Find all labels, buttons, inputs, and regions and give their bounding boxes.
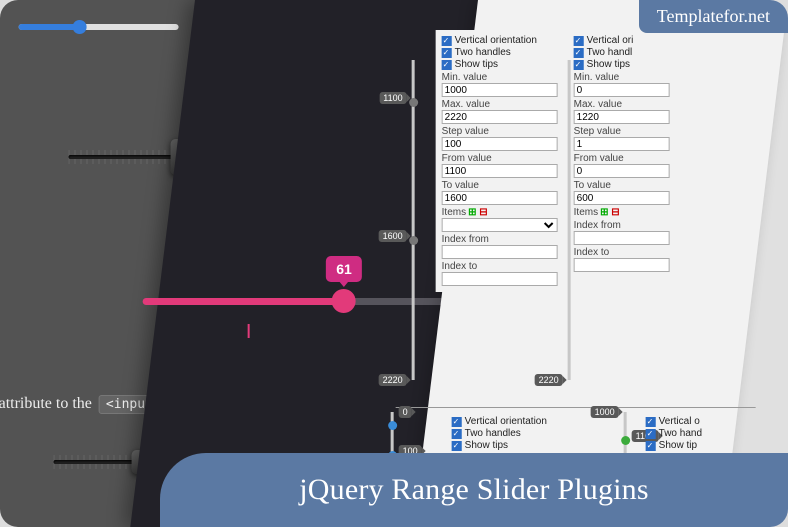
slider-track (19, 24, 179, 30)
label: Vertical ori (587, 35, 634, 46)
text: attribute to the (0, 395, 92, 412)
watermark: Templatefor.net (639, 0, 788, 33)
label: Vertical orientation (455, 35, 537, 46)
handle[interactable] (621, 436, 630, 445)
collage: 50 72. attribute to the <input> e (0, 0, 788, 527)
checkbox[interactable] (574, 60, 584, 70)
label: Index to (574, 247, 670, 258)
min-input[interactable] (574, 83, 670, 97)
label: Index from (442, 234, 558, 245)
to-input[interactable] (574, 191, 670, 205)
settings-column-b: Vertical ori Two handl Show tips Min. va… (568, 30, 676, 292)
min-input[interactable] (442, 83, 558, 97)
end-label: 2220 (379, 374, 407, 386)
lower-settings-a: Vertical orientation Two handles Show ti… (452, 415, 622, 452)
max-input[interactable] (442, 110, 558, 124)
index-to-input[interactable] (442, 272, 558, 286)
label: Vertical orientation (465, 416, 547, 427)
label: Vertical o (659, 416, 700, 427)
index-from-input[interactable] (574, 231, 670, 245)
label: Two handl (587, 47, 633, 58)
checkbox[interactable] (442, 48, 452, 58)
checkbox[interactable] (646, 417, 656, 427)
label: Max. value (574, 99, 670, 110)
settings-column-a: Vertical orientation Two handles Show ti… (436, 30, 564, 292)
label: Min. value (442, 72, 558, 83)
panel-settings: 1100 1600 2220 Vertical orientation Two … (413, 0, 788, 527)
end-label: 2220 (535, 374, 563, 386)
add-icon[interactable]: ⊞ (468, 207, 476, 218)
label: To value (574, 180, 670, 191)
checkbox[interactable] (442, 36, 452, 46)
label: Two hand (659, 428, 702, 439)
tooltip: 1000 (591, 406, 619, 418)
index-to-input[interactable] (574, 258, 670, 272)
tick-mark (248, 324, 250, 338)
label: From value (442, 153, 558, 164)
label: Show tips (465, 440, 508, 451)
to-input[interactable] (442, 191, 558, 205)
label: Step value (442, 126, 558, 137)
vertical-slider-1[interactable]: 1100 1600 2220 (412, 60, 415, 380)
vertical-slider-2[interactable]: 2220 (568, 60, 571, 380)
slider-thumb[interactable] (72, 20, 86, 34)
label: Two handles (465, 428, 521, 439)
label: Step value (574, 126, 670, 137)
label: Index to (442, 261, 558, 272)
remove-icon[interactable]: ⊟ (479, 207, 487, 218)
checkbox[interactable] (646, 429, 656, 439)
slider-fill (19, 24, 80, 30)
checkbox[interactable] (574, 36, 584, 46)
remove-icon[interactable]: ⊟ (611, 207, 619, 218)
label: Show tips (587, 59, 630, 70)
tooltip: 1100 (379, 92, 406, 104)
slider-blue[interactable]: 50 (19, 24, 179, 30)
label: Show tip (659, 440, 697, 451)
label: Max. value (442, 99, 558, 110)
tooltip: 0 (399, 406, 412, 418)
label: Show tips (455, 59, 498, 70)
from-input[interactable] (574, 164, 670, 178)
max-input[interactable] (574, 110, 670, 124)
index-from-input[interactable] (442, 245, 558, 259)
checkbox[interactable] (574, 48, 584, 58)
label: Items⊞ ⊟ (574, 207, 670, 218)
slider-thumb[interactable] (332, 289, 356, 313)
add-icon[interactable]: ⊞ (600, 207, 608, 218)
items-select[interactable] (442, 218, 558, 232)
step-input[interactable] (442, 137, 558, 151)
slider-tooltip: 61 (326, 256, 362, 282)
label: Two handles (455, 47, 511, 58)
step-input[interactable] (574, 137, 670, 151)
label: Items⊞ ⊟ (442, 207, 558, 218)
top-settings-row: 1100 1600 2220 Vertical orientation Two … (436, 30, 756, 292)
title-banner: jQuery Range Slider Plugins (160, 453, 788, 527)
lower-settings-b: Vertical o Two hand Show tip (646, 415, 746, 452)
tooltip: 1600 (379, 230, 407, 242)
handle[interactable] (388, 421, 397, 430)
divider (396, 407, 756, 408)
label: To value (442, 180, 558, 191)
label: Min. value (574, 72, 670, 83)
from-input[interactable] (442, 164, 558, 178)
checkbox[interactable] (646, 441, 656, 451)
label: From value (574, 153, 670, 164)
checkbox[interactable] (452, 441, 462, 451)
checkbox[interactable] (442, 60, 452, 70)
slider-fill (143, 298, 344, 305)
checkbox[interactable] (452, 429, 462, 439)
checkbox[interactable] (452, 417, 462, 427)
label: Index from (574, 220, 670, 231)
